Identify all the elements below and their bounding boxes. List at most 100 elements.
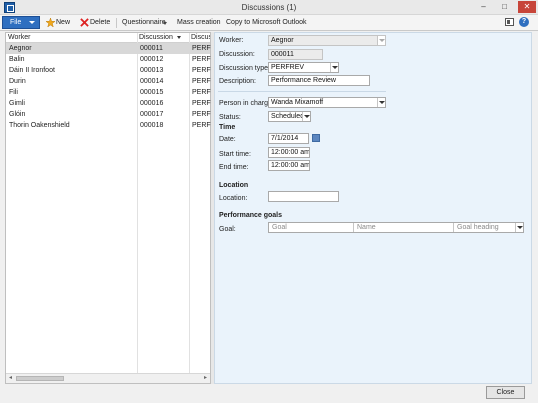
new-star-icon <box>46 18 55 27</box>
chevron-down-icon <box>163 22 167 25</box>
maximize-button[interactable]: □ <box>497 1 512 13</box>
table-row[interactable]: Dáin II Ironfoot 000013 PERFRE <box>6 65 212 76</box>
minimize-button[interactable]: – <box>476 1 491 13</box>
help-icon[interactable]: ? <box>519 17 529 27</box>
sort-arrow-icon <box>177 36 181 39</box>
chevron-down-icon <box>515 223 523 232</box>
chevron-down-icon <box>29 21 35 24</box>
scroll-left-icon[interactable]: ◂ <box>7 375 14 382</box>
cell-type: PERFRE <box>192 89 212 96</box>
cell-discussion: 000011 <box>140 45 163 52</box>
start-time-field[interactable]: 12:00:00 am <box>268 147 310 158</box>
chevron-down-icon <box>302 112 310 121</box>
scrollbar-thumb[interactable] <box>16 376 64 381</box>
table-row[interactable]: Gimli 000016 PERFRE <box>6 98 212 109</box>
separator <box>453 223 454 232</box>
discussion-type-label: Discussion type: <box>219 65 270 72</box>
goal-placeholder: Goal <box>272 224 287 231</box>
bottom-bar: Close <box>0 384 538 403</box>
copy-to-outlook-button[interactable]: Copy to Microsoft Outlook <box>226 18 307 27</box>
description-label: Description: <box>219 78 256 85</box>
file-label: File <box>10 19 22 26</box>
discussion-type-value: PERFREV <box>271 64 305 71</box>
goal-lookup[interactable]: Goal Name Goal heading <box>268 222 524 233</box>
cell-discussion: 000013 <box>140 67 164 74</box>
scroll-right-icon[interactable]: ▸ <box>202 375 209 382</box>
end-time-field[interactable]: 12:00:00 am <box>268 160 310 171</box>
cell-worker: Fili <box>9 89 18 96</box>
cell-type: PERFRE <box>192 100 212 107</box>
column-header-worker[interactable]: Worker <box>6 33 137 43</box>
separator <box>353 223 354 232</box>
calendar-icon[interactable] <box>312 134 320 142</box>
goal-label: Goal: <box>219 226 236 233</box>
details-pane: Worker: Aegnor Discussion: 000011 Discus… <box>214 32 532 384</box>
chevron-down-icon <box>377 98 385 107</box>
chevron-down-icon <box>330 63 338 72</box>
date-field[interactable]: 7/1/2014 <box>268 133 309 144</box>
description-field[interactable]: Performance Review <box>268 75 370 86</box>
title-bar: Discussions (1) – □ ✕ <box>0 0 538 15</box>
cell-type: PERFRE <box>192 122 212 129</box>
end-time-label: End time: <box>219 164 249 171</box>
status-value: Scheduled <box>271 113 305 120</box>
close-window-button[interactable]: ✕ <box>518 1 536 13</box>
column-header-discussion[interactable]: Discussion <box>137 33 189 43</box>
file-menu-button[interactable]: File <box>2 16 40 29</box>
worker-field[interactable]: Aegnor <box>268 35 386 46</box>
cell-worker: Glóin <box>9 111 26 118</box>
cell-worker: Gimli <box>9 100 25 107</box>
location-section-title: Location <box>219 182 249 189</box>
start-time-label: Start time: <box>219 151 251 158</box>
cell-type: PERFRE <box>192 45 212 52</box>
column-header-discussion-type[interactable]: Discuss <box>189 33 210 43</box>
cell-type: PERFRE <box>192 56 212 63</box>
status-label: Status: <box>219 114 241 121</box>
table-row[interactable]: Thorin Oakenshield 000018 PERFRE <box>6 120 212 131</box>
window-title: Discussions (1) <box>241 3 297 12</box>
delete-button[interactable]: Delete <box>90 18 110 27</box>
delete-x-icon <box>80 18 89 27</box>
cell-discussion: 000015 <box>140 89 164 96</box>
layout-icon[interactable] <box>505 18 514 26</box>
discussion-field[interactable]: 000011 <box>268 49 323 60</box>
person-in-charge-select[interactable]: Wanda Mixamoff <box>268 97 386 108</box>
time-section-title: Time <box>219 124 236 131</box>
cell-discussion: 000014 <box>140 78 164 85</box>
cell-worker: Thorin Oakenshield <box>9 122 70 129</box>
horizontal-scrollbar[interactable]: ◂ ▸ <box>6 373 210 383</box>
discussions-grid: Worker Discussion Discuss Aegnor 000011 … <box>5 32 212 384</box>
location-label: Location: <box>219 195 248 202</box>
separator <box>116 18 117 28</box>
new-button[interactable]: New <box>56 18 70 27</box>
performance-goals-section-title: Performance goals <box>219 212 283 219</box>
status-select[interactable]: Scheduled <box>268 111 311 122</box>
divider <box>218 91 386 92</box>
person-in-charge-value: Wanda Mixamoff <box>271 99 324 106</box>
worker-label: Worker: <box>219 37 244 44</box>
location-field[interactable] <box>268 191 339 202</box>
cell-type: PERFRE <box>192 78 212 85</box>
mass-creation-button[interactable]: Mass creation <box>177 18 221 27</box>
table-row[interactable]: Fili 000015 PERFRE <box>6 87 212 98</box>
date-label: Date: <box>219 136 236 143</box>
close-button[interactable]: Close <box>486 386 525 399</box>
table-row[interactable]: Durin 000014 PERFRE <box>6 76 212 87</box>
person-in-charge-label: Person in charge: <box>219 100 274 107</box>
table-row[interactable]: Balin 000012 PERFRE <box>6 54 212 65</box>
table-row[interactable]: Aegnor 000011 PERFRE <box>6 43 212 54</box>
cell-worker: Dáin II Ironfoot <box>9 67 55 74</box>
discussion-type-select[interactable]: PERFREV <box>268 62 339 73</box>
cell-worker: Durin <box>9 78 26 85</box>
questionnaire-menu[interactable]: Questionnaire <box>122 18 166 27</box>
table-row[interactable]: Glóin 000017 PERFRE <box>6 109 212 120</box>
cell-type: PERFRE <box>192 67 212 74</box>
name-placeholder: Name <box>357 224 376 231</box>
worker-value: Aegnor <box>271 37 294 44</box>
cell-worker: Aegnor <box>9 45 32 52</box>
chevron-down-icon <box>377 36 385 45</box>
cell-discussion: 000016 <box>140 100 164 107</box>
goal-heading-placeholder: Goal heading <box>457 224 499 231</box>
cell-discussion: 000017 <box>140 111 164 118</box>
cell-worker: Balin <box>9 56 25 63</box>
